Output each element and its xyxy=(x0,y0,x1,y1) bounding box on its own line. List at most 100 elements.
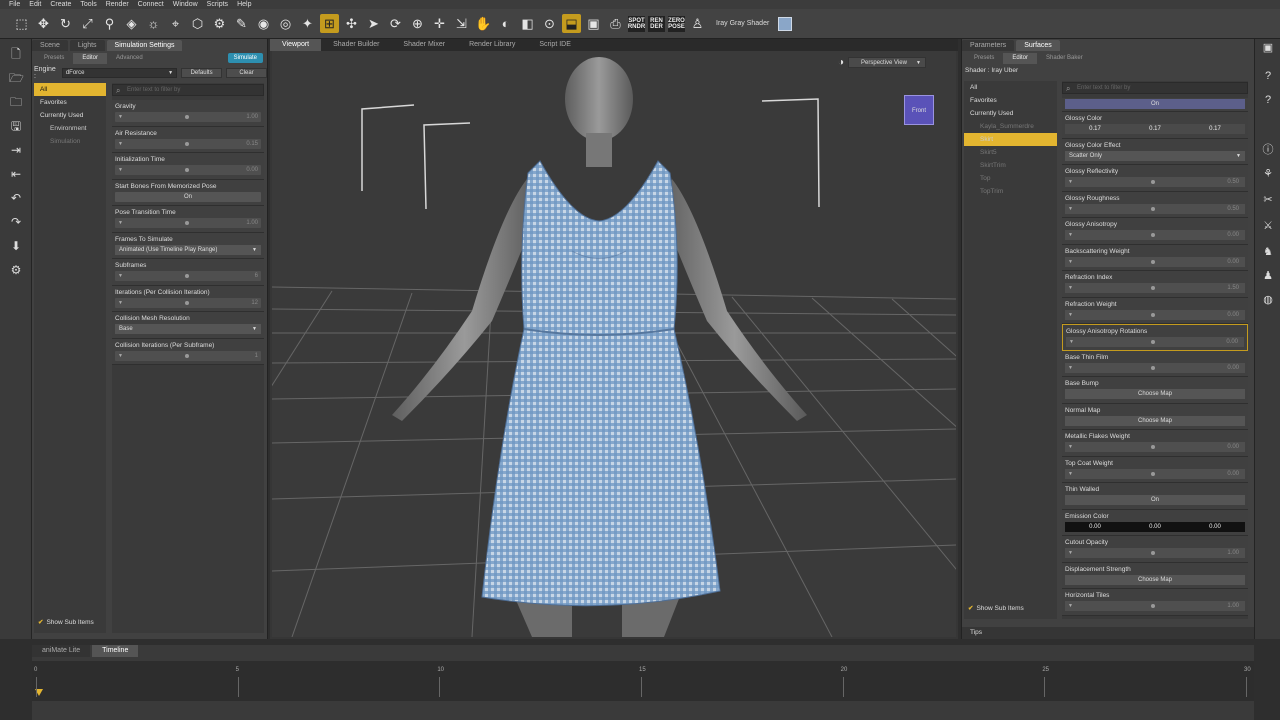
property-slider[interactable]: ▼ 1.00 xyxy=(1065,601,1245,611)
help-icon[interactable]: ? xyxy=(1261,69,1275,83)
surface-icon[interactable]: ◉ xyxy=(254,14,273,33)
tab-viewport[interactable]: Viewport xyxy=(270,39,322,51)
geometry-edit-icon[interactable]: ◧ xyxy=(518,14,537,33)
tab-shader-mixer[interactable]: Shader Mixer xyxy=(391,39,457,51)
property-dropdown[interactable]: Base xyxy=(115,324,261,334)
property-slider[interactable]: ▼ 0.00 xyxy=(1065,230,1245,240)
brush-icon[interactable]: ✎ xyxy=(232,14,251,33)
menu-edit[interactable]: Edit xyxy=(29,1,41,8)
property-slider[interactable]: ▼ 1.00 xyxy=(115,112,261,122)
tab-surfaces[interactable]: Surfaces xyxy=(1016,40,1060,51)
move-axis-icon[interactable]: ✛ xyxy=(430,14,449,33)
property-slider[interactable]: ▼ 1.00 xyxy=(115,218,261,228)
slider-knob[interactable] xyxy=(185,141,190,146)
help-2-icon[interactable]: ? xyxy=(1261,93,1275,107)
filter-currently-used[interactable]: Currently Used xyxy=(34,109,106,122)
slider-knob[interactable] xyxy=(1151,206,1156,211)
search-input[interactable]: Enter text to filter by xyxy=(112,84,264,96)
property-slider[interactable]: ▼ 1.00 xyxy=(1065,548,1245,558)
target-icon[interactable]: ◎ xyxy=(276,14,295,33)
slider-knob[interactable] xyxy=(1151,340,1156,344)
view-options-icon[interactable]: ◑ xyxy=(838,57,844,68)
filter-environment[interactable]: Environment xyxy=(34,122,106,135)
light-icon[interactable]: ☼ xyxy=(144,14,163,33)
tool-icon[interactable]: ✂ xyxy=(1261,193,1275,207)
tab-animate-lite[interactable]: aniMate Lite xyxy=(32,645,91,657)
timeline-track[interactable]: 0 5 10 15 20 25 30 xyxy=(32,661,1254,701)
surface-skirt[interactable]: Skirt xyxy=(964,133,1057,146)
property-button[interactable]: On xyxy=(115,191,261,202)
slider-knob[interactable] xyxy=(185,353,190,358)
scale-axis-icon[interactable]: ⇲ xyxy=(452,14,471,33)
property-button[interactable]: Choose Map xyxy=(1065,574,1245,585)
surface-skirttrim[interactable]: SkirtTrim xyxy=(964,159,1057,172)
slider-knob[interactable] xyxy=(185,300,190,305)
slider-knob[interactable] xyxy=(1151,180,1156,184)
geometry-icon[interactable]: ⬡ xyxy=(188,14,207,33)
node-icon[interactable]: ◈ xyxy=(122,14,141,33)
property-slider[interactable]: ▼ 0.00 xyxy=(1065,309,1245,320)
tab-surface-presets[interactable]: Presets xyxy=(965,53,1003,64)
settings-icon[interactable]: ⚙ xyxy=(9,263,23,277)
camera-icon[interactable]: ⌖ xyxy=(166,14,185,33)
color-values[interactable]: 0.17 0.17 0.17 xyxy=(1065,124,1245,134)
slider-knob[interactable] xyxy=(1151,551,1156,555)
pose-icon[interactable]: ♞ xyxy=(1261,245,1275,259)
rotate-tool-icon[interactable]: ⟳ xyxy=(386,14,405,33)
property-slider[interactable]: ▼ 1.50 xyxy=(1065,283,1245,293)
defaults-button[interactable]: Defaults xyxy=(181,67,223,78)
grab-icon[interactable]: ✋ xyxy=(474,14,493,33)
export-icon[interactable]: ⇤ xyxy=(9,167,23,181)
save-icon[interactable]: 🖫 xyxy=(9,119,23,133)
property-dropdown[interactable]: Animated (Use Timeline Play Range) xyxy=(115,244,261,255)
tab-script-ide[interactable]: Script IDE xyxy=(527,39,583,51)
tips-bar[interactable]: Tips xyxy=(962,627,1255,639)
slider-knob[interactable] xyxy=(1151,604,1156,608)
property-slider[interactable]: ▼ 0.15 xyxy=(115,138,261,149)
property-button[interactable]: On xyxy=(1065,495,1245,505)
close-pane-icon[interactable]: ▣ xyxy=(1261,41,1275,55)
region-select-icon[interactable]: ▣ xyxy=(584,14,603,33)
camera-render-icon[interactable]: ⎙ xyxy=(606,14,625,33)
surface-skirt5[interactable]: Skirt5 xyxy=(964,146,1057,159)
top-toggle[interactable]: On xyxy=(1065,99,1245,109)
color-values[interactable]: 0.00 0.00 0.00 xyxy=(1065,521,1245,532)
slider-knob[interactable] xyxy=(1151,471,1156,476)
move-icon[interactable]: ✥ xyxy=(34,14,53,33)
right-show-sub-items-checkbox[interactable]: ✔ Show Sub Items xyxy=(968,604,1024,612)
property-slider[interactable]: ▼ 12 xyxy=(115,297,261,308)
new-file-icon[interactable]: 🗋 xyxy=(9,47,23,61)
tab-scene[interactable]: Scene xyxy=(32,40,68,51)
rotate-axis-icon[interactable]: ⊕ xyxy=(408,14,427,33)
select-icon[interactable]: ⬚ xyxy=(12,14,31,33)
universal-tool-icon[interactable]: ⊞ xyxy=(320,14,339,33)
render-icon[interactable]: REN DER xyxy=(648,15,665,32)
property-slider[interactable]: ▼ 0.00 xyxy=(1065,442,1245,452)
menu-create[interactable]: Create xyxy=(50,1,71,8)
slider-knob[interactable] xyxy=(1151,233,1156,237)
filter-simulation[interactable]: Simulation xyxy=(34,135,106,148)
menu-help[interactable]: Help xyxy=(237,1,251,8)
bone-icon[interactable]: ✦ xyxy=(298,14,317,33)
view-cube[interactable]: Front xyxy=(904,95,934,125)
surface-toptrim[interactable]: TopTrim xyxy=(964,185,1057,198)
property-slider[interactable]: ▼ 0.00 xyxy=(1065,362,1245,373)
tab-editor[interactable]: Editor xyxy=(73,53,108,64)
rotate-icon[interactable]: ↻ xyxy=(56,14,75,33)
tab-parameters[interactable]: Parameters xyxy=(962,40,1015,51)
surface-top[interactable]: Top xyxy=(964,172,1057,185)
translate-icon[interactable]: ✣ xyxy=(342,14,361,33)
property-slider[interactable]: ▼ 0.50 xyxy=(1065,203,1245,214)
figure-tool-icon[interactable]: ♟ xyxy=(1261,269,1275,283)
globe-icon[interactable]: ◍ xyxy=(1261,293,1275,307)
region-tool-icon[interactable]: ⬓ xyxy=(562,14,581,33)
property-button[interactable]: Choose Map xyxy=(1065,389,1245,399)
tab-timeline[interactable]: Timeline xyxy=(92,645,139,657)
surface-all[interactable]: All xyxy=(964,81,1057,94)
perspective-view-dropdown[interactable]: Perspective View xyxy=(848,57,926,68)
figure-icon[interactable]: ♙ xyxy=(688,14,707,33)
property-slider[interactable]: ▼ 6 xyxy=(115,271,261,281)
menu-window[interactable]: Window xyxy=(173,1,198,8)
drop-icon[interactable]: ⬇ xyxy=(9,239,23,253)
pointer-icon[interactable]: ➤ xyxy=(364,14,383,33)
